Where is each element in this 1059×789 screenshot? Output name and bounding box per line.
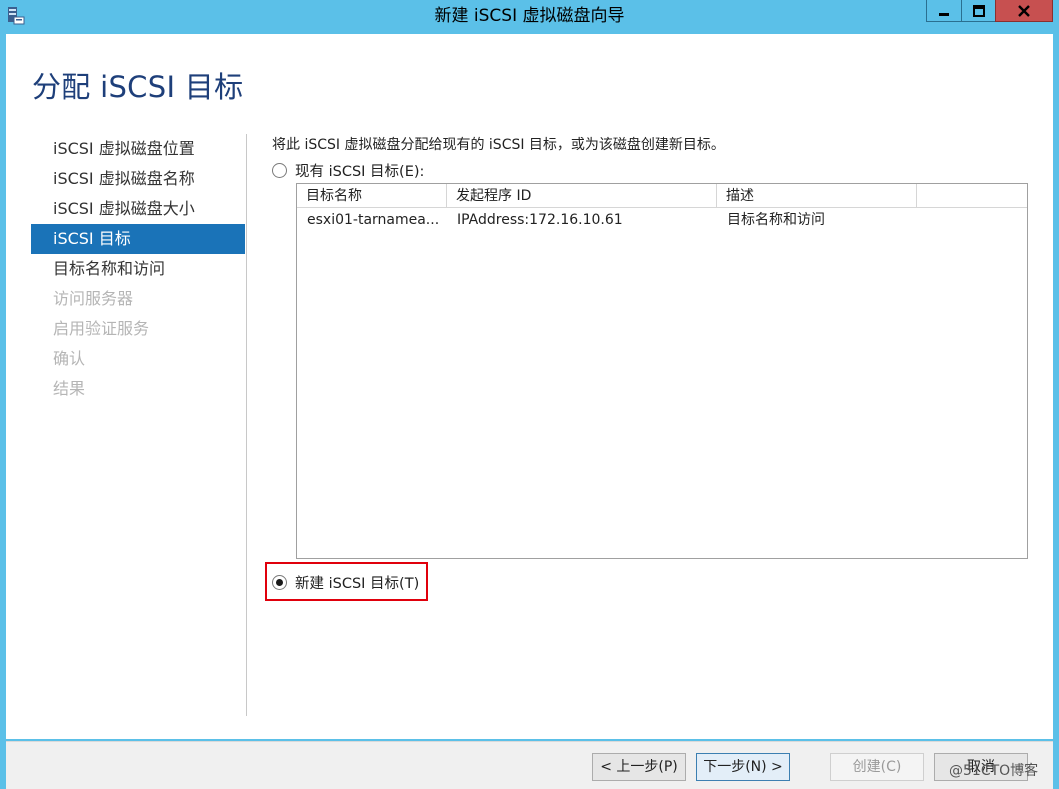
new-target-label: 新建 iSCSI 目标(T) <box>295 576 420 592</box>
window-title: 新建 iSCSI 虚拟磁盘向导 <box>434 6 625 26</box>
cell-empty <box>917 208 1027 232</box>
table-row[interactable]: esxi01-tarnamea... IPAddress:172.16.10.6… <box>297 208 1027 232</box>
targets-table: 目标名称 发起程序 ID 描述 esxi01-tarnamea... IPAdd… <box>296 183 1028 559</box>
nav-divider <box>246 134 247 716</box>
nav-item-results: 结果 <box>53 379 86 398</box>
column-header-initiator-id[interactable]: 发起程序 ID <box>447 184 717 208</box>
column-header-description[interactable]: 描述 <box>717 184 917 208</box>
previous-button[interactable]: < 上一步(P) <box>592 753 686 781</box>
nav-item-disk-location[interactable]: iSCSI 虚拟磁盘位置 <box>31 134 245 164</box>
wizard-steps-nav: iSCSI 虚拟磁盘位置 iSCSI 虚拟磁盘名称 iSCSI 虚拟磁盘大小 i… <box>31 134 245 404</box>
table-header: 目标名称 发起程序 ID 描述 <box>297 184 1027 208</box>
nav-item-confirm: 确认 <box>53 349 86 368</box>
new-target-option[interactable]: 新建 iSCSI 目标(T) <box>272 572 419 593</box>
close-button[interactable] <box>995 0 1053 22</box>
cell-description: 目标名称和访问 <box>727 212 825 228</box>
nav-item-target-name-access[interactable]: 目标名称和访问 <box>31 254 245 284</box>
existing-target-option[interactable]: 现有 iSCSI 目标(E): <box>272 160 424 181</box>
maximize-icon <box>972 4 986 18</box>
page-description: 将此 iSCSI 虚拟磁盘分配给现有的 iSCSI 目标，或为该磁盘创建新目标。 <box>272 137 725 153</box>
maximize-button[interactable] <box>961 0 996 22</box>
existing-target-radio[interactable] <box>272 163 287 178</box>
new-target-radio[interactable] <box>272 575 287 590</box>
wizard-footer: < 上一步(P) 下一步(N) > 创建(C) 取消 <box>6 741 1053 789</box>
existing-target-label: 现有 iSCSI 目标(E): <box>295 164 425 180</box>
close-icon <box>1017 4 1031 18</box>
watermark: @51CTO博客 <box>949 763 1039 779</box>
create-button: 创建(C) <box>830 753 924 781</box>
nav-item-access-servers: 访问服务器 <box>53 289 134 308</box>
nav-item-disk-name[interactable]: iSCSI 虚拟磁盘名称 <box>31 164 245 194</box>
nav-item-disk-size[interactable]: iSCSI 虚拟磁盘大小 <box>31 194 245 224</box>
cell-initiator-id: IPAddress:172.16.10.61 <box>457 212 623 228</box>
page-title: 分配 iSCSI 目标 <box>32 70 244 104</box>
column-header-empty <box>917 184 1027 208</box>
wizard-client-area: 分配 iSCSI 目标 iSCSI 虚拟磁盘位置 iSCSI 虚拟磁盘名称 iS… <box>6 34 1053 739</box>
minimize-icon <box>937 4 951 18</box>
cell-target-name: esxi01-tarnamea... <box>307 212 440 228</box>
nav-item-enable-auth: 启用验证服务 <box>53 319 150 338</box>
next-button[interactable]: 下一步(N) > <box>696 753 790 781</box>
minimize-button[interactable] <box>926 0 962 22</box>
nav-item-iscsi-target[interactable]: iSCSI 目标 <box>31 224 245 254</box>
column-header-target-name[interactable]: 目标名称 <box>297 184 447 208</box>
title-bar: 新建 iSCSI 虚拟磁盘向导 <box>0 0 1059 32</box>
